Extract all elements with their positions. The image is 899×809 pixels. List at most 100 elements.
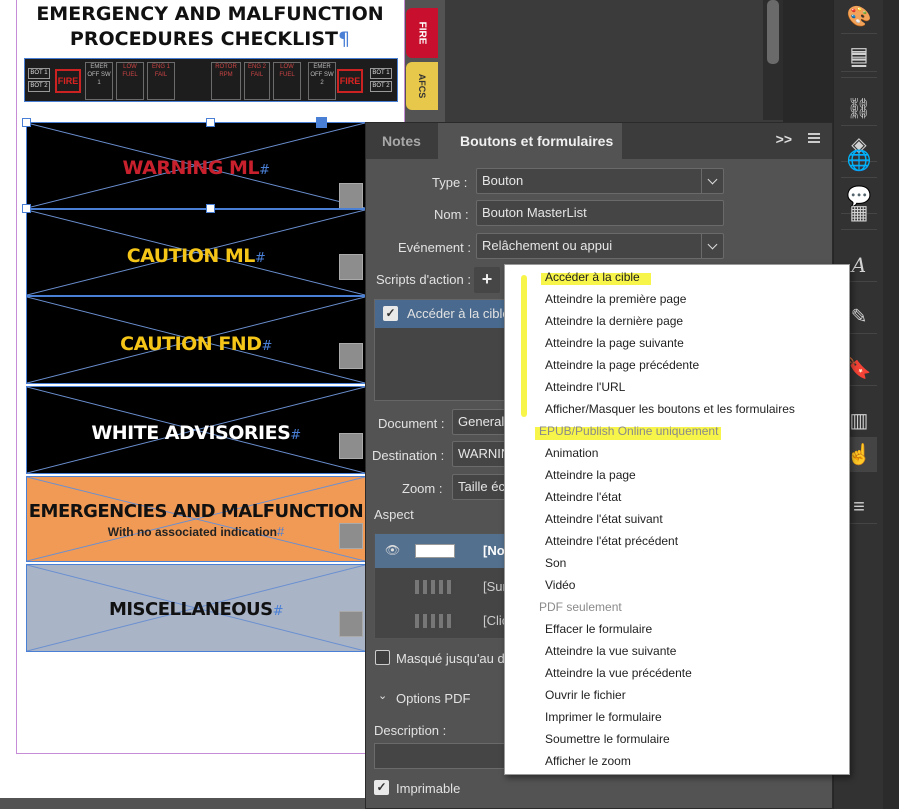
eng1-fail-indicator: ENG 1 FAIL bbox=[147, 62, 175, 100]
state-thumbnail bbox=[415, 614, 455, 628]
menu-item-derniere-page[interactable]: Atteindre la dernière page bbox=[545, 311, 683, 331]
menu-item-page-precedente[interactable]: Atteindre la page précédente bbox=[545, 355, 699, 375]
type-select[interactable]: Bouton bbox=[476, 168, 724, 194]
chevron-down-icon bbox=[701, 234, 723, 258]
anchor-marker: # bbox=[259, 163, 270, 178]
toolbar-rail bbox=[883, 0, 899, 809]
selection-handle[interactable] bbox=[316, 117, 327, 128]
menu-item-atteindre-etat[interactable]: Atteindre l'état bbox=[545, 487, 621, 507]
eye-icon[interactable]: 👁 bbox=[385, 543, 400, 557]
menu-item-soumettre-formulaire[interactable]: Soumettre le formulaire bbox=[545, 729, 670, 749]
afcs-side-tab[interactable]: AFCS bbox=[406, 62, 438, 110]
selection-handle[interactable] bbox=[22, 204, 31, 213]
menu-item-video[interactable]: Vidéo bbox=[545, 575, 575, 595]
tab-buttons-forms[interactable]: Boutons et formulaires bbox=[438, 123, 622, 159]
nom-label: Nom : bbox=[434, 207, 469, 222]
section-label: EMERGENCIES AND MALFUNCTION bbox=[28, 501, 364, 522]
state-rollover[interactable]: [Sur bbox=[375, 570, 507, 604]
menu-header-pdf: PDF seulement bbox=[539, 600, 622, 614]
menu-item-premiere-page[interactable]: Atteindre la première page bbox=[545, 289, 686, 309]
aspect-label: Aspect bbox=[374, 507, 414, 522]
document-select[interactable]: General bbox=[452, 409, 512, 435]
selection-handle[interactable] bbox=[206, 118, 215, 127]
menu-item-ouvrir-fichier[interactable]: Ouvrir le fichier bbox=[545, 685, 626, 705]
flag-icon bbox=[339, 611, 363, 637]
state-thumbnail bbox=[415, 580, 455, 594]
annunciator-panel[interactable]: BOT 1 BOT 2 FIRE EMER OFF SW 1 LOW FUEL … bbox=[24, 58, 398, 102]
fire-side-tab[interactable]: FIRE bbox=[406, 8, 438, 58]
state-normal[interactable]: 👁 [No bbox=[375, 534, 505, 568]
menu-item-imprimer-formulaire[interactable]: Imprimer le formulaire bbox=[545, 707, 662, 727]
low-fuel-indicator: LOW FUEL bbox=[116, 62, 144, 100]
event-select[interactable]: Relâchement ou appui bbox=[476, 233, 724, 259]
section-emergencies[interactable]: EMERGENCIES AND MALFUNCTION With no asso… bbox=[26, 476, 366, 562]
selection-handle[interactable] bbox=[206, 204, 215, 213]
section-warning-ml[interactable]: WARNING ML# bbox=[26, 122, 366, 209]
bot2-indicator-right: BOT 2 bbox=[370, 81, 392, 92]
action-list: ✓ Accéder à la cible bbox=[374, 299, 510, 401]
emer-off-sw2: EMER OFF SW 2 bbox=[308, 62, 336, 100]
menu-item-url[interactable]: Atteindre l'URL bbox=[545, 377, 625, 397]
checkbox-checked[interactable]: ✓ bbox=[383, 306, 398, 321]
action-list-item[interactable]: ✓ Accéder à la cible bbox=[375, 300, 510, 328]
nom-input[interactable]: Bouton MasterList bbox=[476, 200, 724, 226]
tab-notes[interactable]: Notes bbox=[374, 123, 436, 159]
section-white-advisories[interactable]: WHITE ADVISORIES# bbox=[26, 386, 366, 474]
zoom-select[interactable]: Taille éc bbox=[452, 474, 512, 500]
title-line-1: EMERGENCY AND MALFUNCTION bbox=[36, 3, 384, 25]
scrollbar-thumb[interactable] bbox=[767, 0, 779, 64]
chevron-down-icon[interactable]: ⌄ bbox=[378, 689, 387, 702]
menu-item-etat-suivant[interactable]: Atteindre l'état suivant bbox=[545, 509, 663, 529]
imprimable-checkbox[interactable]: ✓ bbox=[374, 780, 389, 795]
section-miscellaneous[interactable]: MISCELLANEOUS# bbox=[26, 564, 366, 652]
palette-icon[interactable]: 🎨 bbox=[841, 0, 877, 34]
document-label: Document : bbox=[378, 416, 445, 431]
action-dropdown-menu: Accéder à la cible Atteindre la première… bbox=[504, 264, 850, 775]
section-sub-text: With no associated indication bbox=[107, 525, 277, 539]
appearance-states-list: 👁 [No [Sur [Clic bbox=[374, 533, 508, 639]
highlighter-mark bbox=[521, 275, 527, 417]
add-action-button[interactable]: + bbox=[474, 267, 500, 293]
options-pdf-toggle[interactable]: Options PDF bbox=[396, 691, 470, 706]
flag-icon bbox=[339, 254, 363, 280]
menu-item-effacer-formulaire[interactable]: Effacer le formulaire bbox=[545, 619, 652, 639]
menu-item-animation[interactable]: Animation bbox=[545, 443, 598, 463]
zoom-label: Zoom : bbox=[402, 481, 443, 496]
align-icon[interactable]: ☰ bbox=[841, 44, 877, 78]
low-fuel-2-indicator: LOW FUEL bbox=[273, 62, 301, 100]
state-click[interactable]: [Clic bbox=[375, 604, 508, 638]
fire-indicator-1: FIRE bbox=[55, 69, 81, 93]
menu-item-etat-precedent[interactable]: Atteindre l'état précédent bbox=[545, 531, 678, 551]
chevron-down-icon bbox=[701, 169, 723, 193]
menu-item-page-suivante[interactable]: Atteindre la page suivante bbox=[545, 333, 684, 353]
hyperlink-icon[interactable]: 🌐 bbox=[841, 144, 877, 178]
menu-item-atteindre-page[interactable]: Atteindre la page bbox=[545, 465, 636, 485]
section-caution-ml[interactable]: CAUTION ML# bbox=[26, 209, 366, 296]
emer-off-sw1: EMER OFF SW 1 bbox=[85, 62, 113, 100]
anchor-marker: # bbox=[277, 524, 285, 539]
menu-item-vue-precedente[interactable]: Atteindre la vue précédente bbox=[545, 663, 692, 683]
swatches-icon[interactable]: ▦ bbox=[841, 196, 877, 230]
description-input[interactable] bbox=[374, 743, 506, 769]
type-value: Bouton bbox=[482, 173, 524, 188]
section-caution-fnd[interactable]: CAUTION FND# bbox=[26, 296, 366, 384]
imprimable-label: Imprimable bbox=[396, 781, 461, 796]
action-item-label: Accéder à la cible bbox=[407, 306, 510, 321]
menu-item-afficher-zoom[interactable]: Afficher le zoom bbox=[545, 751, 631, 771]
menu-item-afficher-masquer[interactable]: Afficher/Masquer les boutons et les form… bbox=[545, 399, 795, 419]
panel-menu-icon[interactable] bbox=[808, 133, 820, 143]
section-label-text: MISCELLANEOUS bbox=[108, 599, 273, 620]
link-icon[interactable]: ⛓ bbox=[841, 92, 877, 126]
bot1-indicator-right: BOT 1 bbox=[370, 68, 392, 79]
panel-tab-bar: Notes Boutons et formulaires >> bbox=[366, 123, 832, 159]
menu-item-acceder-cible[interactable]: Accéder à la cible bbox=[545, 267, 640, 287]
menu-item-son[interactable]: Son bbox=[545, 553, 566, 573]
destination-select[interactable]: WARNING bbox=[452, 441, 512, 467]
menu-item-vue-suivante[interactable]: Atteindre la vue suivante bbox=[545, 641, 676, 661]
masque-checkbox[interactable] bbox=[375, 650, 390, 665]
panel-expand-button[interactable]: >> bbox=[776, 131, 792, 147]
anchor-marker: # bbox=[272, 604, 284, 619]
selection-handle[interactable] bbox=[22, 118, 31, 127]
section-label-text: WARNING ML bbox=[122, 157, 260, 179]
section-sub-label: With no associated indication# bbox=[27, 524, 365, 539]
